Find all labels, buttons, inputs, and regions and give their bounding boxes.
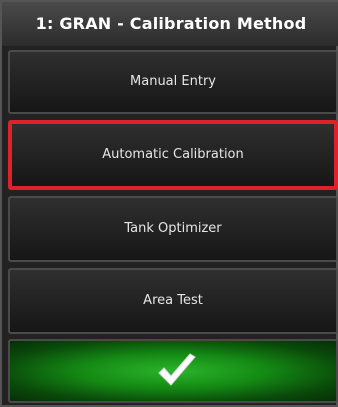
area-test-label: Area Test [143,293,203,308]
manual-entry-label: Manual Entry [130,74,216,89]
manual-entry-button[interactable]: Manual Entry [8,50,338,114]
automatic-calibration-label: Automatic Calibration [102,147,244,162]
tank-optimizer-button[interactable]: Tank Optimizer [8,196,338,262]
automatic-calibration-button[interactable]: Automatic Calibration [8,120,338,190]
tank-optimizer-label: Tank Optimizer [124,221,222,236]
confirm-button[interactable] [8,339,338,403]
calibration-dialog: 1: GRAN - Calibration Method Manual Entr… [0,0,338,407]
dialog-title: 1: GRAN - Calibration Method [2,2,338,46]
checkmark-icon [158,353,196,386]
area-test-button[interactable]: Area Test [8,268,338,334]
